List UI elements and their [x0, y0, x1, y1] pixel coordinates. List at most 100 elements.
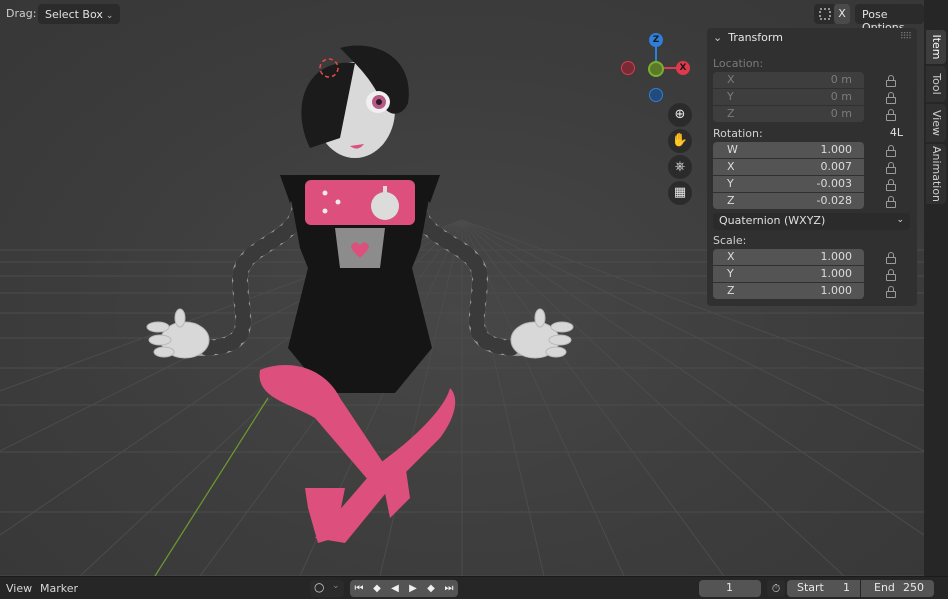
field-axis-label: Z [727, 107, 735, 120]
field-axis-label: Y [727, 90, 734, 103]
xray-button[interactable]: X [834, 4, 850, 24]
camera-view-button[interactable]: ⎈ [668, 155, 692, 179]
start-label: Start [797, 581, 824, 594]
camera-icon: ⎈ [674, 159, 686, 174]
character-model[interactable] [140, 18, 580, 558]
rotation-4l-toggle[interactable]: 4L [890, 126, 903, 139]
start-frame-field[interactable]: Start 1 [787, 580, 860, 597]
pivot-icon-button[interactable] [814, 4, 836, 24]
prev-keyframe-icon: ◆ [373, 583, 381, 594]
chevron-down-icon: ⌄ [896, 215, 904, 225]
hand-icon: ✋ [671, 133, 689, 148]
tab-item[interactable]: Item [926, 30, 946, 64]
jump-to-start-button[interactable]: ⏮ [350, 580, 368, 597]
gizmo-z-axis[interactable]: Z [649, 33, 663, 47]
end-value: 250 [903, 581, 924, 594]
tab-label: Tool [930, 73, 943, 95]
tab-label: Item [930, 34, 943, 60]
tab-animation[interactable]: Animation [926, 144, 946, 204]
field-value: 0.007 [820, 160, 853, 173]
gizmo-neg-x-axis[interactable] [621, 61, 635, 75]
field-value: 0 m [830, 73, 852, 86]
field-value: 1.000 [820, 250, 853, 263]
field-value: 0 m [830, 90, 852, 103]
field-value: 1.000 [820, 143, 853, 156]
drag-grip-icon[interactable]: ⠿⠿ [900, 32, 912, 42]
zoom-icon: ⊕ [674, 107, 686, 122]
lock-icon[interactable] [884, 252, 898, 264]
drag-mode-value: Select Box [45, 8, 103, 21]
jump-to-end-button[interactable]: ⏭ [440, 580, 458, 597]
gizmo-y-axis[interactable] [648, 61, 664, 77]
lock-icon[interactable] [884, 269, 898, 281]
gizmo-neg-z-axis[interactable] [649, 88, 663, 102]
menu-view[interactable]: View [6, 582, 32, 595]
menu-marker[interactable]: Marker [40, 582, 78, 595]
rotation-x-field[interactable]: X 0.007 [713, 159, 864, 175]
play-reverse-button[interactable]: ◀ [386, 580, 404, 597]
scale-z-field[interactable]: Z 1.000 [713, 283, 864, 299]
gizmo-x-axis[interactable]: X [676, 61, 690, 75]
chevron-down-icon: ⌄ [713, 31, 723, 44]
play-reverse-icon: ◀ [391, 583, 399, 594]
lock-icon[interactable] [884, 179, 898, 191]
perspective-toggle-button[interactable]: ▦ [668, 181, 692, 205]
lock-icon[interactable] [884, 162, 898, 174]
chevron-down-icon: ⌄ [332, 581, 340, 591]
rotation-mode-dropdown[interactable]: Quaternion (WXYZ) ⌄ [713, 213, 910, 230]
tab-view[interactable]: View [926, 104, 946, 142]
transform-panel-header[interactable]: ⌄ Transform [713, 31, 783, 44]
scale-x-field[interactable]: X 1.000 [713, 249, 864, 265]
transform-panel: ⌄ Transform ⠿⠿ Location: X 0 m Y 0 m Z 0 … [707, 28, 917, 306]
pose-options-dropdown[interactable]: Pose Options⌄ [855, 4, 924, 34]
rotation-label: Rotation: [713, 127, 763, 140]
lock-icon[interactable] [884, 75, 898, 87]
field-value: -0.003 [816, 177, 852, 190]
field-axis-label: Z [727, 194, 735, 207]
lock-icon[interactable] [884, 286, 898, 298]
field-value: 1.000 [820, 284, 853, 297]
rotation-y-field[interactable]: Y -0.003 [713, 176, 864, 192]
jump-prev-keyframe-button[interactable]: ◆ [368, 580, 386, 597]
end-frame-field[interactable]: End 250 [861, 580, 934, 597]
current-frame-field[interactable]: 1 [699, 580, 761, 597]
sidebar-tabs: Item Tool View Animation [924, 0, 948, 576]
lock-icon[interactable] [884, 109, 898, 121]
lock-icon[interactable] [884, 196, 898, 208]
field-axis-label: X [727, 73, 735, 86]
tab-tool[interactable]: Tool [926, 66, 946, 102]
lock-icon[interactable] [884, 145, 898, 157]
jump-end-icon: ⏭ [444, 583, 454, 594]
jump-next-keyframe-button[interactable]: ◆ [422, 580, 440, 597]
rotation-z-field[interactable]: Z -0.028 [713, 193, 864, 209]
field-value: 1.000 [820, 267, 853, 280]
chevron-down-icon: ⌄ [105, 11, 114, 21]
drag-label: Drag: [6, 7, 37, 20]
field-axis-label: W [727, 143, 738, 156]
next-keyframe-icon: ◆ [427, 583, 435, 594]
jump-start-icon: ⏮ [354, 583, 364, 594]
transform-title: Transform [728, 31, 783, 44]
pan-button[interactable]: ✋ [668, 129, 692, 153]
location-z-field[interactable]: Z 0 m [713, 106, 864, 122]
play-icon: ▶ [409, 583, 417, 594]
zoom-button[interactable]: ⊕ [668, 103, 692, 127]
stopwatch-icon[interactable]: ⏱ [767, 580, 785, 597]
auto-keying-toggle[interactable]: ○ ⌄ [310, 580, 344, 597]
field-axis-label: Z [727, 284, 735, 297]
location-x-field[interactable]: X 0 m [713, 72, 864, 88]
grid-icon: ▦ [673, 185, 687, 200]
drag-mode-dropdown[interactable]: Select Box ⌄ [38, 4, 121, 24]
field-axis-label: X [727, 250, 735, 263]
lock-icon[interactable] [884, 92, 898, 104]
start-value: 1 [843, 581, 850, 594]
scale-label: Scale: [713, 234, 747, 247]
play-button[interactable]: ▶ [404, 580, 422, 597]
location-y-field[interactable]: Y 0 m [713, 89, 864, 105]
tab-label: Animation [930, 145, 943, 203]
field-axis-label: Y [727, 267, 734, 280]
scale-y-field[interactable]: Y 1.000 [713, 266, 864, 282]
rotation-w-field[interactable]: W 1.000 [713, 142, 864, 158]
pivot-icon [819, 8, 831, 20]
rotation-mode-value: Quaternion (WXYZ) [719, 214, 826, 227]
